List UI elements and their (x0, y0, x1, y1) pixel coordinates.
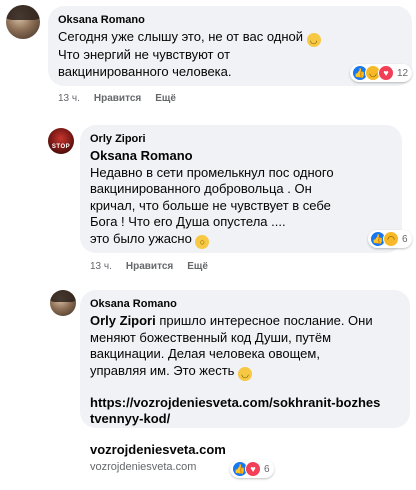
avatar-orly[interactable]: STOP (48, 128, 74, 154)
avatar-oksana[interactable] (50, 290, 76, 316)
more-link[interactable]: Ещё (155, 93, 176, 104)
mention-link[interactable]: Oksana Romano (90, 148, 193, 163)
love-reaction-icon: ♥ (378, 65, 394, 81)
comment-bubble: Oksana Romano Orly Zipori пришло интерес… (80, 290, 410, 428)
reaction-count: 12 (397, 67, 409, 79)
comment-text: вакцинированного добровольца . Он (90, 181, 312, 196)
comment-link[interactable]: https://vozrojdeniesveta.com/sokhranit-b… (90, 395, 380, 410)
comment-text: Что энергий не чувствуют от (58, 47, 231, 62)
comment-text: кричал, что больше не чувствует в себе (90, 197, 331, 213)
sad-reaction-icon: ◠ (383, 231, 399, 247)
comment-text: вакцинации. Делая человека овощем, (90, 346, 320, 361)
love-reaction-icon: ♥ (245, 461, 261, 477)
comment-text: вакцинированного человека. (58, 63, 232, 79)
comment-author[interactable]: Orly Zipori (90, 133, 392, 145)
link-preview-domain: vozrojdeniesveta.com (90, 461, 197, 473)
comment-text: Сегодня уже слышу это, не от вас одной (58, 29, 304, 44)
comment-bubble: Orly Zipori Oksana Romano Недавно в сети… (80, 125, 402, 253)
reaction-count: 6 (402, 233, 408, 245)
comment-author[interactable]: Oksana Romano (58, 14, 402, 26)
comment-time[interactable]: 13 ч. (58, 93, 80, 104)
reactions-summary[interactable]: 👍 ◡ ♥ 12 (350, 64, 413, 82)
reactions-summary[interactable]: 👍 ◠ 6 (368, 230, 412, 248)
comment-time[interactable]: 13 ч. (90, 261, 112, 272)
comment-link[interactable]: tvennyy-kod/ (90, 411, 170, 426)
worried-emoji-icon: ○ (195, 234, 210, 249)
comment-text: это было ужасно (90, 230, 192, 246)
comment-text: пришло интересное послание. Они (155, 313, 373, 328)
comment-text: управляя им. Это жесть (90, 362, 235, 378)
comment-text: Бога ! Что его Душа опустела .... (90, 214, 286, 229)
avatar-oksana[interactable] (6, 5, 40, 39)
comment-text: меняют божественный код Души, путём (90, 329, 332, 345)
link-preview[interactable]: vozrojdeniesveta.com vozrojdeniesveta.co… (90, 442, 226, 473)
like-link[interactable]: Нравится (94, 93, 141, 104)
more-link[interactable]: Ещё (187, 261, 208, 272)
reactions-summary[interactable]: 👍 ♥ 6 (230, 460, 274, 478)
like-link[interactable]: Нравится (126, 261, 173, 272)
smile-emoji-icon: ◡ (238, 366, 253, 381)
comment-author[interactable]: Oksana Romano (90, 298, 400, 310)
link-preview-title[interactable]: vozrojdeniesveta.com (90, 442, 226, 457)
reaction-count: 6 (264, 463, 270, 475)
mention-link[interactable]: Orly Zipori (90, 313, 156, 328)
smile-emoji-icon: ◡ (306, 33, 321, 47)
comment-text: Недавно в сети промелькнул пос одного (90, 164, 334, 180)
